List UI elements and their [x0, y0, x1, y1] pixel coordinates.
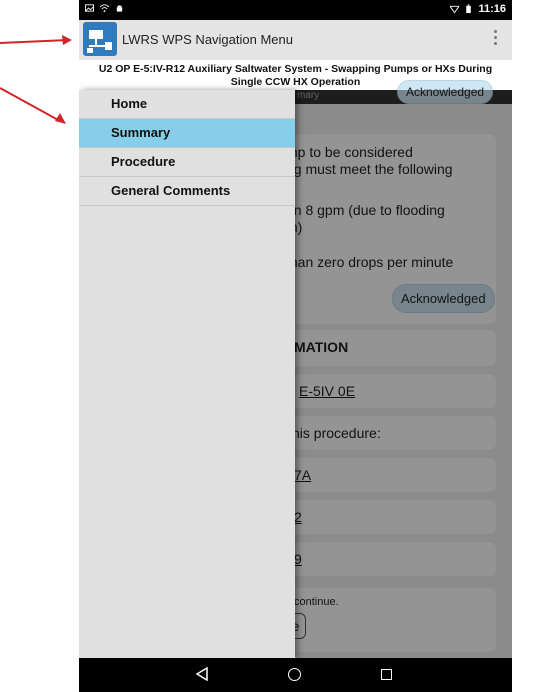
document-title-line-1: U2 OP E-5:IV-R12 Auxiliary Saltwater Sys…	[98, 63, 493, 75]
system-nav-bar	[79, 658, 512, 692]
app-bar: LWRS WPS Navigation Menu	[79, 20, 512, 60]
recents-icon[interactable]	[381, 669, 392, 680]
navigation-drawer: Home Summary Procedure General Comments	[79, 90, 295, 658]
overflow-menu-icon[interactable]	[494, 30, 498, 45]
tablet-screen: 11:16 LWRS WPS Navigation Menu U2 OP E-5…	[79, 0, 512, 692]
wifi-icon	[100, 4, 109, 13]
drawer-item-home[interactable]: Home	[79, 90, 295, 119]
signal-icon	[450, 5, 460, 14]
android-icon	[116, 5, 123, 12]
battery-icon	[466, 4, 472, 14]
status-bar: 11:16	[79, 0, 512, 20]
image-icon	[85, 4, 94, 12]
drawer-item-general-comments[interactable]: General Comments	[79, 177, 295, 206]
annotation-arrows	[0, 35, 72, 124]
network-logo-icon[interactable]	[83, 22, 117, 56]
clock: 11:16	[478, 3, 506, 15]
home-icon[interactable]	[288, 668, 301, 681]
back-icon[interactable]	[196, 667, 208, 681]
drawer-item-summary[interactable]: Summary	[79, 119, 295, 148]
app-title: LWRS WPS Navigation Menu	[122, 32, 293, 47]
drawer-item-procedure[interactable]: Procedure	[79, 148, 295, 177]
